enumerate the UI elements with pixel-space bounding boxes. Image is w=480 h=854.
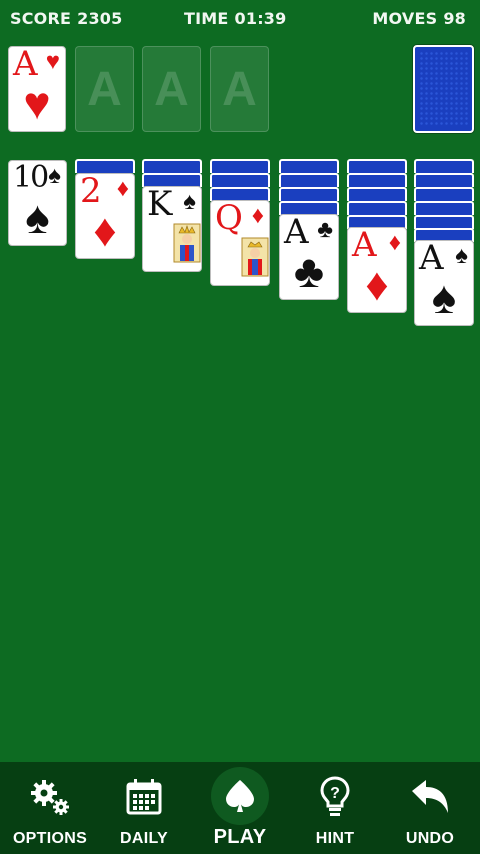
spade-icon: ♠ [455,242,468,269]
time-display: TIME 01:39 [184,9,286,28]
tableau-5-hidden-card [279,159,339,173]
foundation-2-slot[interactable]: A [75,46,134,132]
time-value: 01:39 [234,9,287,28]
tableau-3-hidden-card [142,173,202,187]
play-button[interactable]: PLAY [192,762,288,854]
card-rank: K [147,186,173,224]
spade-icon: ♠ [431,271,457,323]
time-label: TIME [184,9,229,28]
daily-label: DAILY [119,830,169,847]
undo-button[interactable]: UNDO [382,762,478,854]
spade-icon: ♠ [48,162,61,189]
options-label: OPTIONS [12,830,88,847]
queen-portrait-icon [241,237,269,277]
tableau-3-top-card[interactable]: K ♠ [142,186,202,272]
foundation-3-slot[interactable]: A [142,46,201,132]
lightbulb-icon: ? [287,774,383,820]
diamond-icon: ♦ [251,202,264,229]
moves-label: MOVES [372,9,438,28]
tableau-6-hidden-card [347,201,407,215]
club-icon: ♣ [317,216,333,243]
options-button[interactable]: OPTIONS [2,762,98,854]
score-value: 2305 [77,9,123,28]
tableau-5-hidden-card [279,201,339,215]
tableau-7-hidden-card [414,173,474,187]
tableau-4-hidden-card [210,159,270,173]
tableau-3-hidden-card [142,159,202,173]
heart-icon: ♥ [23,77,51,129]
score-display: SCORE 2305 [10,9,122,28]
tableau-1-top-card[interactable]: 10 ♠ ♠ [8,160,67,246]
gear-icon [2,774,98,820]
diamond-icon: ♦ [365,258,389,310]
daily-button[interactable]: DAILY [96,762,192,854]
diamond-icon: ♦ [388,229,401,256]
spade-icon: ♠ [25,191,50,243]
svg-text:?: ? [330,785,340,802]
hint-button[interactable]: ? HINT [287,762,383,854]
undo-label: UNDO [405,830,455,847]
tableau-2-top-card[interactable]: 2 ♦ ♦ [75,173,135,259]
tableau-5-hidden-card [279,173,339,187]
play-label: PLAY [213,826,267,848]
diamond-icon: ♦ [93,204,117,256]
card-rank: Q [215,200,243,238]
bottom-toolbar: OPTIONS DAILY PLAY ? HINT UNDO [0,762,480,854]
play-icon-wrap [192,767,288,825]
tableau-7-hidden-card [414,187,474,201]
club-icon: ♣ [293,245,325,297]
heart-icon: ♥ [45,48,60,75]
tableau-6-hidden-card [347,187,407,201]
spade-icon [211,767,269,825]
tableau-4-hidden-card [210,187,270,201]
tableau-7-hidden-card [414,201,474,215]
tableau-7-hidden-card [414,215,474,229]
foundation-4-slot[interactable]: A [210,46,269,132]
king-portrait-icon [173,223,201,263]
calendar-icon [96,774,192,820]
moves-value: 98 [443,9,466,28]
tableau-4-top-card[interactable]: Q ♦ [210,200,270,286]
hint-label: HINT [315,830,355,847]
tableau-6-hidden-card [347,159,407,173]
tableau-4-hidden-card [210,173,270,187]
tableau-7-top-card[interactable]: A ♠ ♠ [414,240,474,326]
card-back-pattern [419,51,468,127]
tableau-6-top-card[interactable]: A ♦ ♦ [347,227,407,313]
foundation-1-card[interactable]: A ♥ ♥ [8,46,66,132]
diamond-icon: ♦ [116,175,129,202]
tableau-5-top-card[interactable]: A ♣ ♣ [279,214,339,300]
tableau-6-hidden-card [347,173,407,187]
score-label: SCORE [10,9,72,28]
tableau-7-hidden-card [414,159,474,173]
undo-arrow-icon [382,774,478,820]
moves-display: MOVES 98 [372,9,466,28]
stock-pile[interactable] [413,45,474,133]
tableau-2-hidden-card [75,159,135,173]
tableau-5-hidden-card [279,187,339,201]
spade-icon: ♠ [183,188,196,215]
